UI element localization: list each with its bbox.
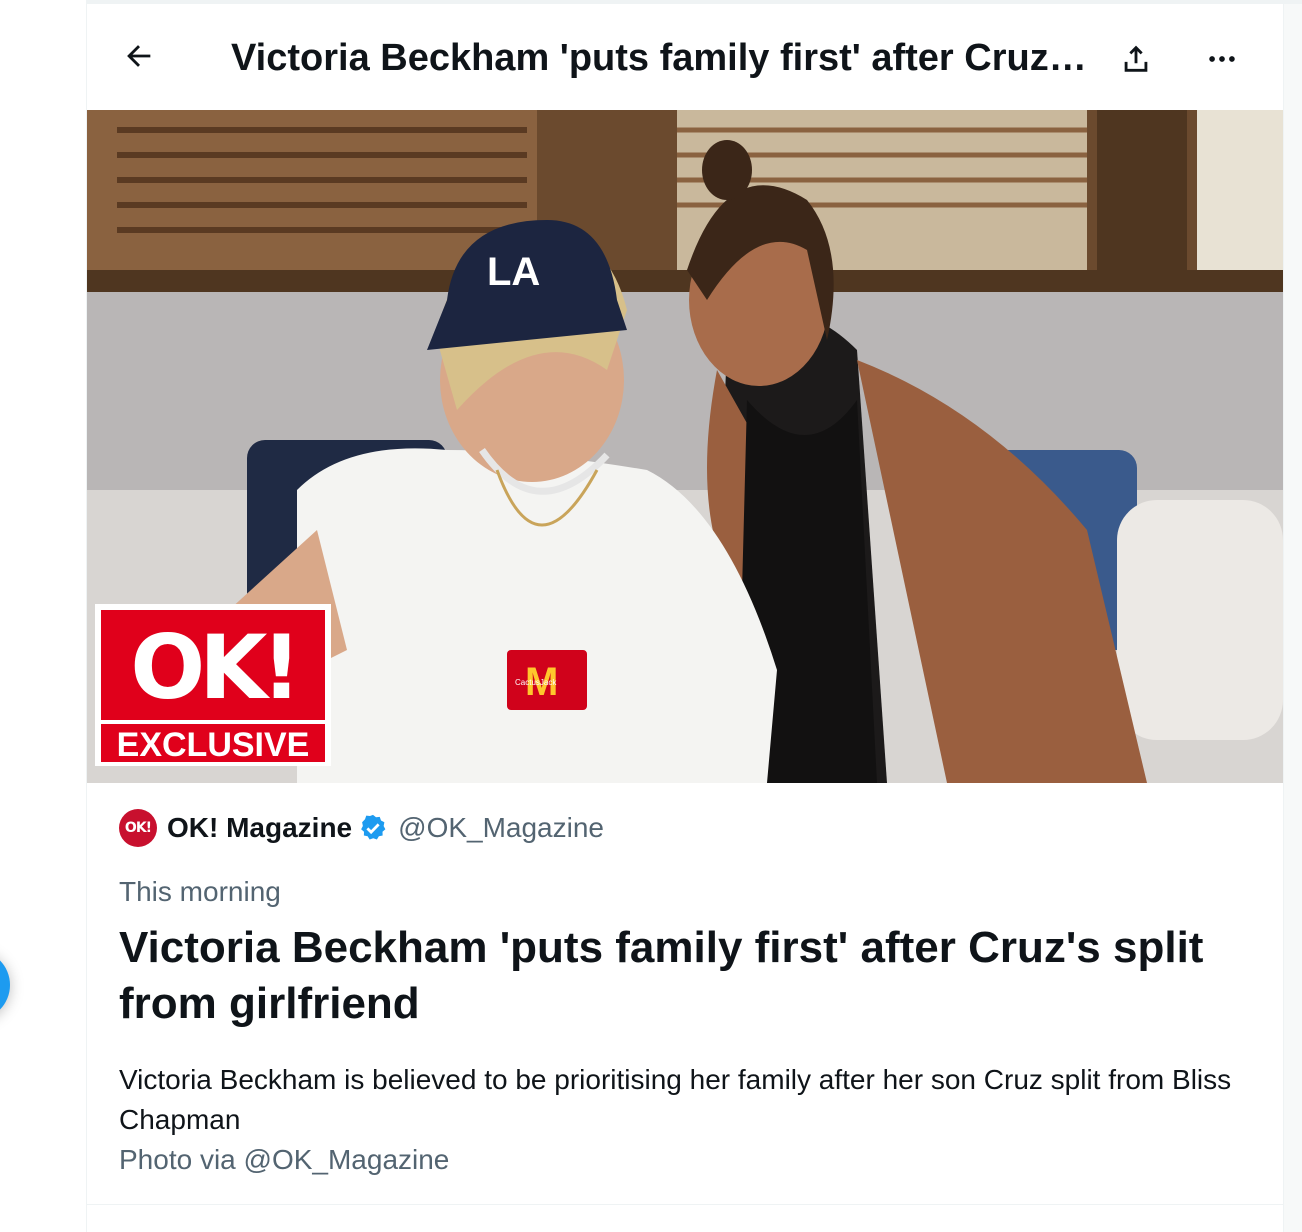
author-handle[interactable]: @OK_Magazine [398,812,604,844]
author-row: OK! OK! Magazine @OK_Magazine [119,808,604,848]
photo-credit: Photo via @OK_Magazine [119,1144,450,1175]
left-sidebar-strip [0,0,86,1232]
timestamp: This morning [119,876,281,907]
ok-exclusive-badge-logo: OK! [130,616,295,719]
compose-tweet-button[interactable] [0,950,10,1020]
more-options-button[interactable] [1199,36,1245,82]
article-panel: Victoria Beckham 'puts family first' aft… [86,4,1284,1232]
divider [87,1204,1283,1205]
article-description: Victoria Beckham is believed to be prior… [119,1064,1232,1135]
article-title[interactable]: Victoria Beckham 'puts family first' aft… [119,920,1239,1032]
page-title: Victoria Beckham 'puts family first' aft… [231,37,1091,79]
author-name[interactable]: OK! Magazine [167,812,352,844]
verified-badge-icon [358,813,388,843]
share-button[interactable] [1113,36,1159,82]
more-horizontal-icon [1209,56,1235,62]
cap-logo-text: LA [487,250,540,294]
share-icon [1124,45,1148,72]
top-bar: Victoria Beckham 'puts family first' aft… [87,4,1283,110]
article-photo[interactable]: LA M CactusJack OK! EXCLUSIVE [87,110,1283,783]
arrow-left-icon [127,45,151,67]
article-photo-illustration: LA M CactusJack OK! EXCLUSIVE [87,110,1283,783]
ok-exclusive-badge-caption: EXCLUSIVE [117,726,310,764]
back-button[interactable] [117,34,161,78]
shirt-logo-text: CactusJack [515,678,557,687]
avatar[interactable]: OK! [119,809,157,847]
